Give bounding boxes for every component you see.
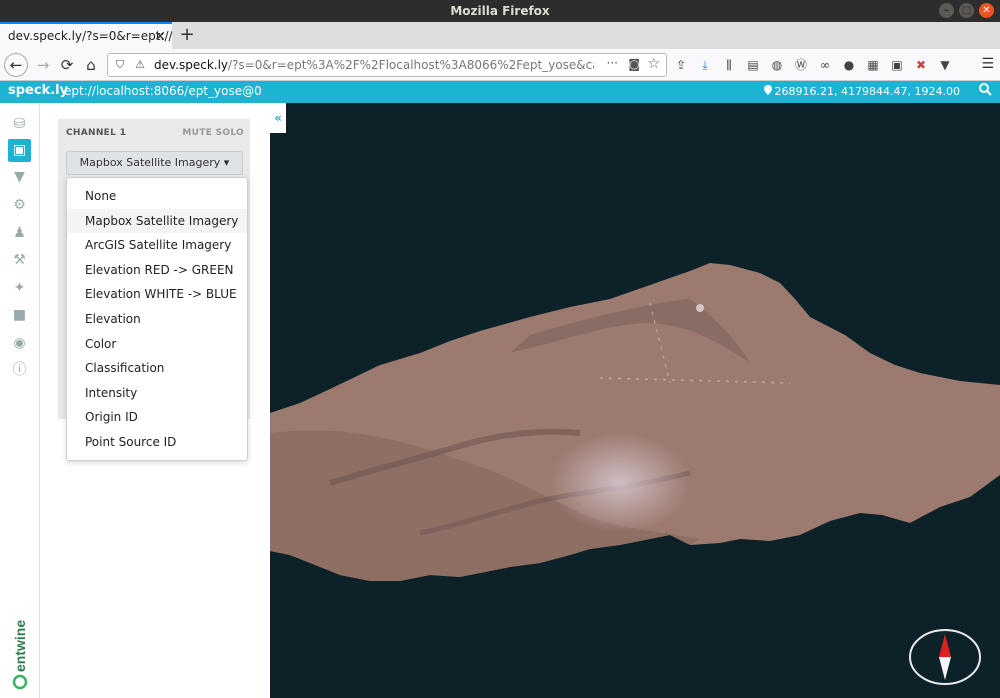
resource-path: ept://localhost:8066/ept_yose@0 <box>64 84 262 98</box>
forward-button[interactable]: → <box>32 54 54 76</box>
qr-icon[interactable]: ▦ <box>864 56 882 74</box>
mute-solo-buttons[interactable]: MUTE SOLO <box>182 128 244 138</box>
video-icon[interactable]: ■ <box>8 304 31 327</box>
coordinates-readout: 268916.21, 4179844.47, 1924.00 <box>763 85 960 98</box>
wappalyzer-icon[interactable]: Ⓦ <box>792 56 810 74</box>
home-button[interactable]: ⌂ <box>80 54 102 76</box>
dropdown-option[interactable]: Elevation RED -> GREEN <box>67 258 247 283</box>
person-icon[interactable]: ♟ <box>8 222 31 245</box>
entwine-logo[interactable]: entwine <box>9 610 31 690</box>
brand-logo[interactable]: speck.ly <box>8 83 68 98</box>
downloads-icon[interactable]: ⤓ <box>696 56 714 74</box>
compass-icon[interactable] <box>908 628 982 686</box>
tab-label: dev.speck.ly/?s=0&r=ept://lo <box>8 29 172 43</box>
tab-bar: dev.speck.ly/?s=0&r=ept://lo ✕ + <box>0 22 1000 49</box>
map-pin-icon <box>763 85 772 95</box>
svg-text:entwine: entwine <box>12 620 28 672</box>
firefox-window: Mozilla Firefox – □ ✕ dev.speck.ly/?s=0&… <box>0 0 1000 698</box>
glasses-icon[interactable]: ∞ <box>816 56 834 74</box>
dropdown-option[interactable]: Point Source ID <box>67 430 247 455</box>
collapse-panel-button[interactable]: « <box>270 103 286 133</box>
tab-close-icon[interactable]: ✕ <box>154 25 166 49</box>
dropdown-option[interactable]: None <box>67 184 247 209</box>
channel-source-dropdown: None Mapbox Satellite Imagery ArcGIS Sat… <box>66 177 248 461</box>
info-icon[interactable]: ⓘ <box>8 359 31 382</box>
dropdown-option[interactable]: Elevation <box>67 307 247 332</box>
channel-source-select[interactable]: Mapbox Satellite Imagery ▾ <box>66 151 243 175</box>
globe-icon[interactable]: ◍ <box>768 56 786 74</box>
window-title: Mozilla Firefox <box>450 4 550 18</box>
dropdown-option[interactable]: Classification <box>67 356 247 381</box>
point-cloud-viewport[interactable] <box>270 103 1000 698</box>
new-tab-button[interactable]: + <box>176 22 198 49</box>
gears-icon[interactable]: ⚙ <box>8 194 31 217</box>
shield-icon[interactable]: ⛉ <box>112 57 128 73</box>
tab-active[interactable]: dev.speck.ly/?s=0&r=ept://lo ✕ <box>0 22 172 49</box>
library-icon[interactable]: ⫼ <box>720 56 738 74</box>
app-header: speck.ly ept://localhost:8066/ept_yose@0… <box>0 81 1000 103</box>
database-icon[interactable]: ⛁ <box>8 113 31 136</box>
vue-icon[interactable]: ▼ <box>936 56 954 74</box>
page-actions-icon[interactable]: ··· <box>607 56 618 70</box>
dropdown-option[interactable]: ArcGIS Satellite Imagery <box>67 233 247 258</box>
cloud-haze <box>550 433 690 533</box>
caret-down-icon: ▾ <box>223 156 230 169</box>
url-text[interactable]: dev.speck.ly/?s=0&r=ept%3A%2F%2Flocalhos… <box>154 58 594 72</box>
hamburger-menu-icon[interactable]: ☰ <box>981 56 994 72</box>
dropdown-option[interactable]: Color <box>67 332 247 357</box>
reload-button[interactable]: ⟳ <box>56 54 78 76</box>
dropdown-option[interactable]: Origin ID <box>67 405 247 430</box>
extension-icon[interactable]: ⇪ <box>672 56 690 74</box>
dropdown-option[interactable]: Mapbox Satellite Imagery <box>67 208 247 234</box>
bookmark-star-icon[interactable]: ☆ <box>647 56 660 72</box>
tools-icon[interactable]: ✖ <box>912 56 930 74</box>
nav-bar: ← → ⟳ ⌂ ⛉ ⚠ dev.speck.ly/?s=0&r=ept%3A%2… <box>0 49 1000 81</box>
selenium-icon[interactable]: ▣ <box>888 56 906 74</box>
title-bar: Mozilla Firefox – □ ✕ <box>0 0 1000 22</box>
account-icon[interactable]: ● <box>840 56 858 74</box>
dropdown-option[interactable]: Intensity <box>67 381 247 406</box>
back-button[interactable]: ← <box>4 53 28 77</box>
pocket-icon[interactable]: ◙ <box>628 57 640 71</box>
maximize-button[interactable]: □ <box>959 3 974 18</box>
point-cloud-render <box>270 263 1000 581</box>
channel-title: CHANNEL 1 <box>66 128 127 138</box>
left-icon-rail: ⛁ ▣ ▼ ⚙ ♟ ⚒ ✦ ■ ◉ ⓘ entwine <box>0 103 40 698</box>
image-icon[interactable]: ▣ <box>8 139 31 162</box>
close-window-button[interactable]: ✕ <box>979 3 994 18</box>
sidebar-icon[interactable]: ▤ <box>744 56 762 74</box>
insecure-lock-icon[interactable]: ⚠ <box>132 57 148 73</box>
eye-icon[interactable]: ◉ <box>8 332 31 355</box>
minimize-button[interactable]: – <box>939 3 954 18</box>
wrench-icon[interactable]: ⚒ <box>8 249 31 272</box>
magic-wand-icon[interactable]: ✦ <box>8 277 31 300</box>
filter-icon[interactable]: ▼ <box>8 166 31 189</box>
search-icon[interactable] <box>979 83 992 100</box>
dropdown-option[interactable]: Elevation WHITE -> BLUE <box>67 282 247 307</box>
url-bar[interactable]: ⛉ ⚠ dev.speck.ly/?s=0&r=ept%3A%2F%2Floca… <box>107 53 667 77</box>
